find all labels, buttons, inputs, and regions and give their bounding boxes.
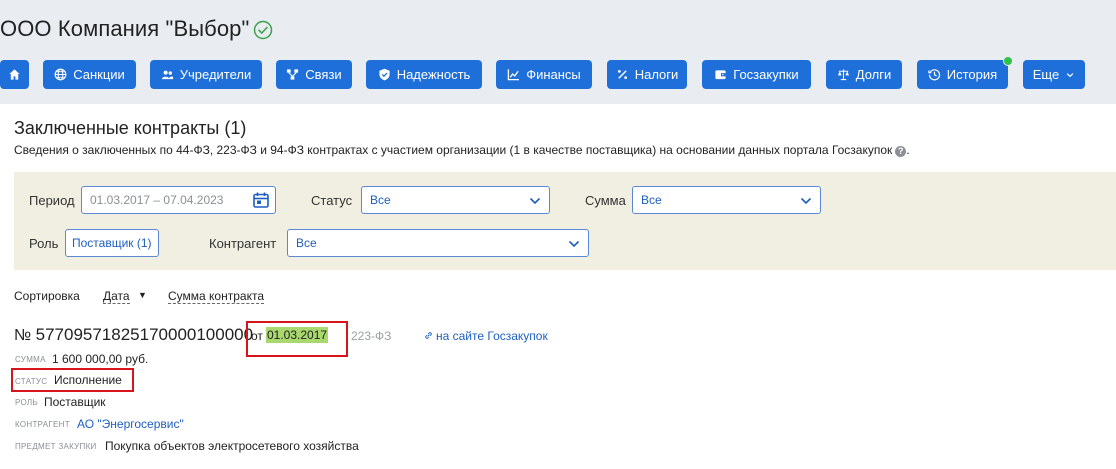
sort-by-amount-link[interactable]: Сумма контракта	[168, 289, 264, 304]
role-value: Поставщик	[44, 395, 106, 409]
company-header: ООО Компания "Выбор" Санкции Учредители …	[0, 0, 1116, 104]
counterparty-label: Контрагент	[209, 236, 277, 251]
nav-history-label: История	[946, 67, 998, 82]
shield-check-icon	[379, 68, 390, 81]
section-title: Заключенные контракты (1)	[14, 118, 247, 138]
section-description-end: .	[906, 143, 910, 157]
nav-reliability-label: Надежность	[396, 67, 471, 82]
status-select-value: Все	[370, 193, 391, 207]
counterparty-select-value: Все	[296, 236, 317, 250]
sort-label: Сортировка	[14, 289, 80, 303]
nav-history-button[interactable]: История	[917, 56, 1013, 89]
sum-select-value: Все	[641, 193, 662, 207]
nav-more-label: Еще	[1032, 67, 1060, 82]
nav-reliability-button[interactable]: Надежность	[366, 60, 482, 89]
procurement-site-link[interactable]: на сайте Госзакупок	[424, 329, 548, 343]
nav-procurement-button[interactable]: Госзакупки	[702, 60, 811, 89]
nav-debts-button[interactable]: Долги	[826, 60, 902, 89]
chevron-down-icon	[800, 197, 812, 205]
period-date-range-input[interactable]: 01.03.2017 – 07.04.2023	[81, 186, 276, 214]
nav-founders-label: Учредители	[179, 67, 252, 82]
period-value: 01.03.2017 – 07.04.2023	[90, 193, 224, 207]
nav-links-button[interactable]: Связи	[276, 60, 352, 89]
counterparty-key: контрагент	[15, 420, 70, 429]
home-icon	[9, 69, 20, 80]
amount-value: 1 600 000,00 руб.	[52, 352, 149, 366]
chevron-down-icon	[529, 197, 541, 205]
contract-number[interactable]: № 57709571825170000100000	[14, 325, 253, 345]
sort-desc-icon: ▼	[138, 290, 147, 300]
wallet-icon	[715, 70, 726, 80]
counterparty-select[interactable]: Все	[287, 229, 589, 257]
calendar-icon[interactable]	[252, 191, 270, 209]
status-value: Исполнение	[54, 373, 122, 387]
chevron-down-icon	[1066, 72, 1074, 77]
section-description: Сведения о заключенных по 44-ФЗ, 223-ФЗ …	[14, 143, 910, 157]
role-supplier-chip[interactable]: Поставщик (1)	[65, 229, 159, 257]
contract-from-label: от	[251, 329, 263, 343]
chevron-down-icon	[568, 240, 580, 248]
nav-taxes-button[interactable]: Налоги	[607, 60, 687, 89]
status-label: Статус	[311, 193, 353, 208]
verified-check-icon	[253, 20, 273, 40]
status-select[interactable]: Все	[361, 186, 550, 214]
subject-value: Покупка объектов электросетевого хозяйст…	[105, 439, 359, 453]
nav-more-button[interactable]: Еще	[1023, 60, 1085, 89]
nav-home-button[interactable]	[0, 60, 29, 89]
history-icon	[928, 69, 940, 81]
company-name: ООО Компания "Выбор"	[0, 16, 250, 41]
nav-finance-label: Финансы	[526, 67, 581, 82]
nav-procurement-label: Госзакупки	[733, 67, 799, 82]
section-description-text: Сведения о заключенных по 44-ФЗ, 223-ФЗ …	[14, 143, 893, 157]
amount-key: сумма	[15, 355, 46, 364]
link-icon	[425, 332, 432, 339]
nav-sanctions-label: Санкции	[73, 67, 125, 82]
nav-debts-label: Долги	[855, 67, 892, 82]
contract-number-value: 57709571825170000100000	[35, 325, 254, 344]
sum-select[interactable]: Все	[632, 186, 821, 214]
percent-icon	[617, 69, 627, 80]
nav-founders-button[interactable]: Учредители	[150, 60, 262, 89]
people-icon	[161, 70, 173, 80]
subject-key: предмет закупки	[15, 442, 97, 451]
sort-by-date-link[interactable]: Дата	[103, 289, 130, 304]
notification-dot	[1003, 56, 1013, 66]
nav-links-label: Связи	[305, 67, 342, 82]
role-label: Роль	[29, 236, 59, 251]
period-label: Период	[29, 193, 75, 208]
help-icon[interactable]: ?	[895, 146, 907, 157]
role-key: роль	[15, 398, 38, 407]
status-key: статус	[15, 377, 48, 386]
chart-icon	[507, 69, 520, 81]
contract-number-prefix: №	[14, 327, 32, 344]
sum-label: Сумма	[585, 193, 626, 208]
network-icon	[287, 69, 299, 80]
globe-icon	[54, 68, 67, 81]
nav-sanctions-button[interactable]: Санкции	[43, 60, 136, 89]
scales-icon	[837, 69, 849, 81]
counterparty-link[interactable]: АО "Энергосервис"	[77, 417, 184, 431]
nav-taxes-label: Налоги	[634, 67, 679, 82]
nav-finance-button[interactable]: Финансы	[496, 60, 592, 89]
contract-law: 223-ФЗ	[351, 329, 392, 343]
contract-date: 01.03.2017	[266, 327, 329, 343]
procurement-site-link-text: на сайте Госзакупок	[436, 329, 548, 343]
